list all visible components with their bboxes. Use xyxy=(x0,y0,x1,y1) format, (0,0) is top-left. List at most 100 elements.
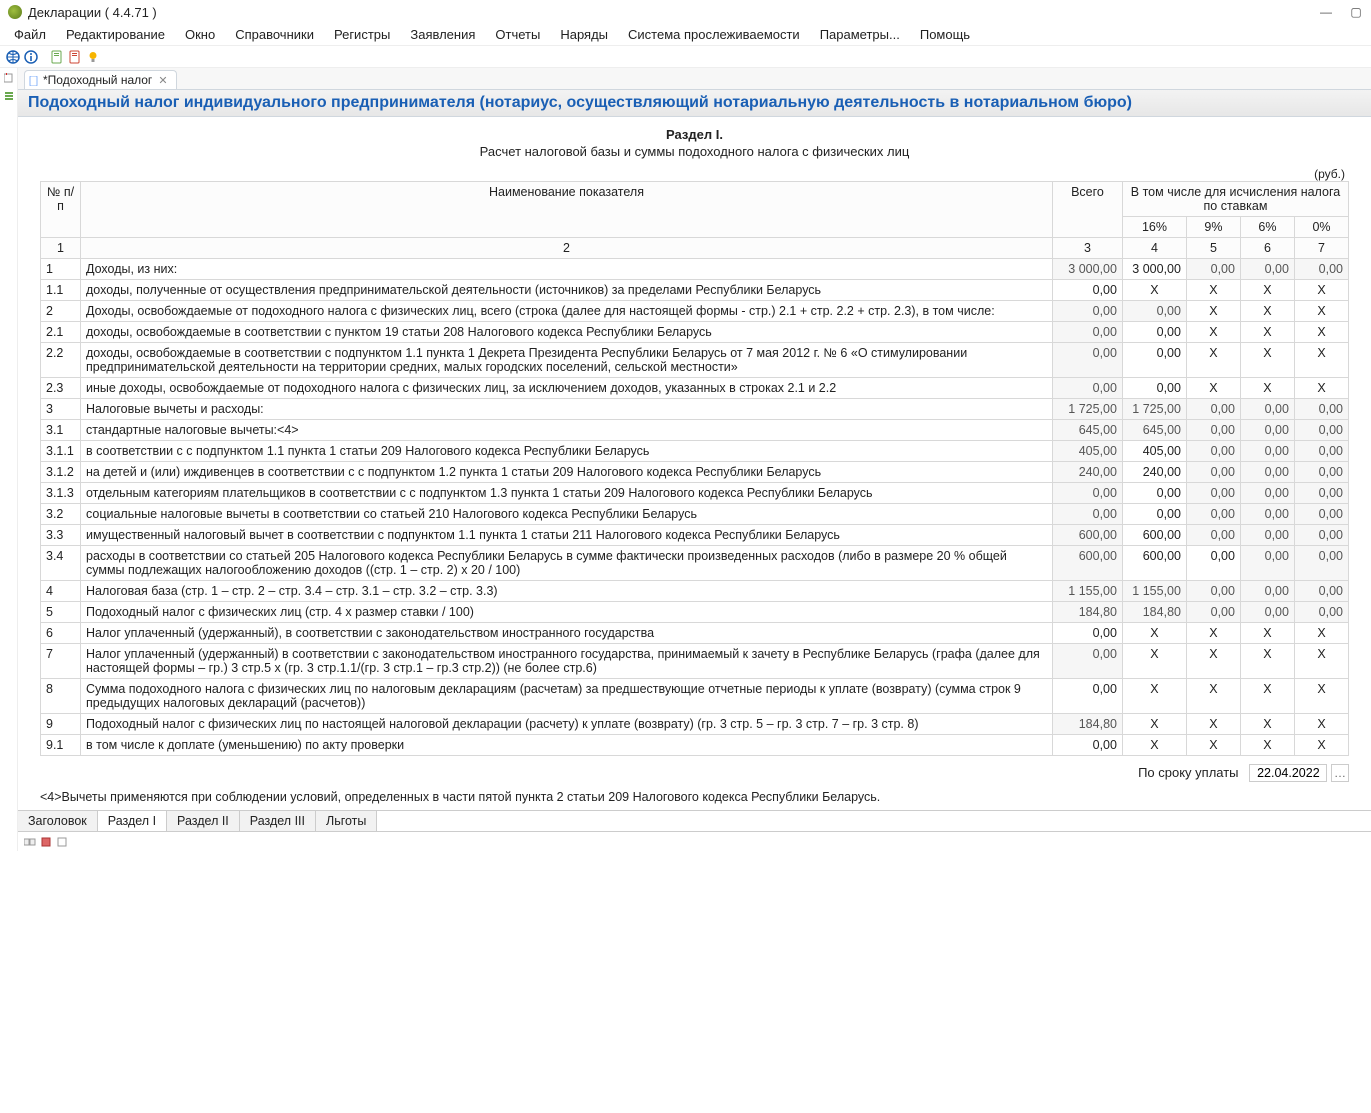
row-rate-0[interactable]: 600,00 xyxy=(1122,525,1186,546)
menu-item-1[interactable]: Редактирование xyxy=(58,25,173,44)
menu-item-0[interactable]: Файл xyxy=(6,25,54,44)
row-total: 3 000,00 xyxy=(1052,259,1122,280)
row-rate-2: X xyxy=(1240,378,1294,399)
bulb-icon[interactable] xyxy=(86,50,100,64)
th-colnum-2: 3 xyxy=(1052,238,1122,259)
due-label: По сроку уплаты xyxy=(1138,765,1238,780)
menu-item-3[interactable]: Справочники xyxy=(227,25,322,44)
row-rate-0: X xyxy=(1122,644,1186,679)
menu-item-7[interactable]: Наряды xyxy=(552,25,616,44)
table-row: 7Налог уплаченный (удержанный) в соответ… xyxy=(41,644,1349,679)
row-name: Налог уплаченный (удержанный) в соответс… xyxy=(81,644,1053,679)
row-rate-1: X xyxy=(1186,679,1240,714)
table-row: 9.1в том числе к доплате (уменьшению) по… xyxy=(41,735,1349,756)
row-num: 2.3 xyxy=(41,378,81,399)
row-total[interactable]: 0,00 xyxy=(1052,735,1122,756)
statusbar xyxy=(18,831,1371,851)
row-total[interactable]: 0,00 xyxy=(1052,679,1122,714)
row-rate-2: 0,00 xyxy=(1240,420,1294,441)
row-name: имущественный налоговый вычет в соответс… xyxy=(81,525,1053,546)
table-row: 3.2социальные налоговые вычеты в соответ… xyxy=(41,504,1349,525)
row-num: 3.3 xyxy=(41,525,81,546)
row-total: 0,00 xyxy=(1052,504,1122,525)
row-rate-0: X xyxy=(1122,280,1186,301)
row-rate-0[interactable]: 0,00 xyxy=(1122,378,1186,399)
row-rate-3: 0,00 xyxy=(1294,483,1348,504)
row-name: Налог уплаченный (удержанный), в соответ… xyxy=(81,623,1053,644)
row-num: 4 xyxy=(41,581,81,602)
row-num: 2.1 xyxy=(41,322,81,343)
row-rate-1: X xyxy=(1186,735,1240,756)
row-rate-0[interactable]: 600,00 xyxy=(1122,546,1186,581)
row-num: 2.2 xyxy=(41,343,81,378)
row-rate-0[interactable]: 405,00 xyxy=(1122,441,1186,462)
row-name: расходы в соответствии со статьей 205 На… xyxy=(81,546,1053,581)
row-rate-1: 0,00 xyxy=(1186,259,1240,280)
menu-item-4[interactable]: Регистры xyxy=(326,25,398,44)
bottom-tab-1[interactable]: Раздел I xyxy=(98,811,167,831)
tab-close-icon[interactable]: ✕ xyxy=(156,74,169,87)
row-rate-3: 0,00 xyxy=(1294,420,1348,441)
row-total[interactable]: 0,00 xyxy=(1052,280,1122,301)
tab-podohodny-nalog[interactable]: *Подоходный налог ✕ xyxy=(24,70,177,89)
bottom-tab-4[interactable]: Льготы xyxy=(316,811,377,831)
menu-item-5[interactable]: Заявления xyxy=(402,25,483,44)
info-icon[interactable] xyxy=(24,50,38,64)
row-rate-0[interactable]: 3 000,00 xyxy=(1122,259,1186,280)
due-date-input[interactable] xyxy=(1249,764,1327,782)
calc-table: № п/п Наименование показателя Всего В то… xyxy=(40,181,1349,756)
row-rate-1[interactable]: 0,00 xyxy=(1186,546,1240,581)
row-rate-1: 0,00 xyxy=(1186,441,1240,462)
row-num: 9.1 xyxy=(41,735,81,756)
section-sub: Расчет налоговой базы и суммы подоходног… xyxy=(40,144,1349,159)
row-rate-0[interactable]: 240,00 xyxy=(1122,462,1186,483)
row-rate-1: X xyxy=(1186,280,1240,301)
row-rate-0[interactable]: 0,00 xyxy=(1122,483,1186,504)
bottom-tab-3[interactable]: Раздел III xyxy=(240,811,316,831)
minimize-button[interactable]: — xyxy=(1319,5,1333,19)
row-rate-0: 645,00 xyxy=(1122,420,1186,441)
row-rate-3: X xyxy=(1294,623,1348,644)
table-row: 3.3имущественный налоговый вычет в соотв… xyxy=(41,525,1349,546)
table-row: 3.1стандартные налоговые вычеты:<4>645,0… xyxy=(41,420,1349,441)
row-rate-1: X xyxy=(1186,623,1240,644)
doc-header: Подоходный налог индивидуального предпри… xyxy=(18,90,1371,117)
bottom-tab-0[interactable]: Заголовок xyxy=(18,811,98,831)
row-name: Подоходный налог с физических лиц (стр. … xyxy=(81,602,1053,623)
calendar-button[interactable]: … xyxy=(1331,764,1349,782)
row-rate-2: 0,00 xyxy=(1240,602,1294,623)
bottom-tab-2[interactable]: Раздел II xyxy=(167,811,240,831)
doc-red-icon[interactable] xyxy=(68,50,82,64)
menu-item-8[interactable]: Система прослеживаемости xyxy=(620,25,808,44)
table-row: 1Доходы, из них:3 000,003 000,000,000,00… xyxy=(41,259,1349,280)
doc-green-icon[interactable] xyxy=(50,50,64,64)
row-rate-3: 0,00 xyxy=(1294,259,1348,280)
menu-item-9[interactable]: Параметры... xyxy=(812,25,908,44)
gutter-icon-1[interactable] xyxy=(4,72,14,82)
menu-item-10[interactable]: Помощь xyxy=(912,25,978,44)
row-rate-0[interactable]: 0,00 xyxy=(1122,343,1186,378)
table-row: 3Налоговые вычеты и расходы:1 725,001 72… xyxy=(41,399,1349,420)
row-rate-2: 0,00 xyxy=(1240,504,1294,525)
menu-item-2[interactable]: Окно xyxy=(177,25,223,44)
row-total: 0,00 xyxy=(1052,378,1122,399)
row-rate-0[interactable]: 0,00 xyxy=(1122,322,1186,343)
row-rate-0: 1 725,00 xyxy=(1122,399,1186,420)
row-rate-2: X xyxy=(1240,322,1294,343)
row-rate-2: 0,00 xyxy=(1240,546,1294,581)
menu-item-6[interactable]: Отчеты xyxy=(487,25,548,44)
table-row: 3.1.3отдельным категориям плательщиков в… xyxy=(41,483,1349,504)
row-rate-0: 1 155,00 xyxy=(1122,581,1186,602)
row-total[interactable]: 0,00 xyxy=(1052,623,1122,644)
th-colnum-5: 6 xyxy=(1240,238,1294,259)
globe-icon[interactable] xyxy=(6,50,20,64)
th-rate-3: 0% xyxy=(1294,217,1348,238)
row-num: 9 xyxy=(41,714,81,735)
due-row: По сроку уплаты … xyxy=(18,760,1371,788)
gutter-icon-2[interactable] xyxy=(4,90,14,100)
th-colnum-6: 7 xyxy=(1294,238,1348,259)
row-rate-0[interactable]: 0,00 xyxy=(1122,504,1186,525)
row-name: Налоговые вычеты и расходы: xyxy=(81,399,1053,420)
maximize-button[interactable]: ▢ xyxy=(1349,5,1363,19)
app-icon xyxy=(8,5,22,19)
